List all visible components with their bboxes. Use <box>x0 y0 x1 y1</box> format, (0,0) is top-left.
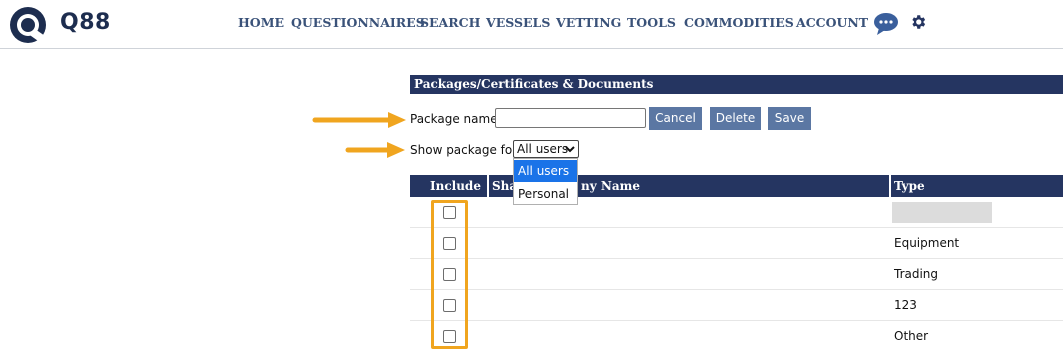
nav-home[interactable]: HOME <box>238 15 284 30</box>
show-package-for-dropdown[interactable]: All users Personal <box>513 158 578 205</box>
nav-vessels[interactable]: VESSELS <box>486 15 550 30</box>
select-value: All users <box>517 142 569 156</box>
gear-icon[interactable] <box>909 13 927 31</box>
dropdown-option-personal[interactable]: Personal <box>514 183 577 205</box>
table-row: Equipment <box>410 228 1063 259</box>
type-cell: Trading <box>894 267 939 281</box>
chevron-down-icon <box>565 146 575 153</box>
column-header-name: ny Name <box>581 179 640 193</box>
nav-questionnaires[interactable]: QUESTIONNAIRES <box>291 15 425 30</box>
type-cell: Other <box>894 329 929 343</box>
package-name-input[interactable] <box>495 108 646 128</box>
nav-tools[interactable]: TOOLS <box>627 15 676 30</box>
show-package-for-label: Show package for: <box>410 143 521 157</box>
annotation-highlight-box <box>431 200 468 349</box>
nav-account[interactable]: ACCOUNT <box>796 15 868 30</box>
type-cell: Equipment <box>894 236 960 250</box>
type-cell: 123 <box>894 298 917 312</box>
column-divider <box>889 175 891 197</box>
package-name-label: Package name: <box>410 112 502 126</box>
nav-vetting[interactable]: VETTING <box>556 15 621 30</box>
chat-bubble-icon[interactable] <box>873 12 899 36</box>
brand-name[interactable]: Q88 <box>60 10 111 35</box>
column-header-type: Type <box>894 179 925 193</box>
type-input-blank <box>892 202 992 223</box>
delete-button[interactable]: Delete <box>710 107 761 130</box>
table-row: Other <box>410 321 1063 352</box>
annotation-arrow-icon <box>312 112 406 128</box>
q88-logo-icon[interactable] <box>8 5 48 45</box>
top-navigation-bar: Q88 HOME QUESTIONNAIRES SEARCH VESSELS V… <box>0 0 1063 49</box>
nav-commodities[interactable]: COMMODITIES <box>684 15 794 30</box>
column-header-include: Include <box>430 179 481 193</box>
annotation-arrow-icon <box>345 142 405 158</box>
table-header: Include Sha ny Name Type <box>410 175 1063 197</box>
table-row: Trading <box>410 259 1063 290</box>
column-divider <box>487 175 489 197</box>
table-row <box>410 197 1063 228</box>
nav-search[interactable]: SEARCH <box>420 15 480 30</box>
show-package-for-select[interactable]: All users <box>513 140 579 158</box>
section-title-bar: Packages/Certificates & Documents <box>410 75 1063 94</box>
save-button[interactable]: Save <box>768 107 811 130</box>
cancel-button[interactable]: Cancel <box>649 107 702 130</box>
table-row: 123 <box>410 290 1063 321</box>
dropdown-option-all-users[interactable]: All users <box>514 160 577 182</box>
